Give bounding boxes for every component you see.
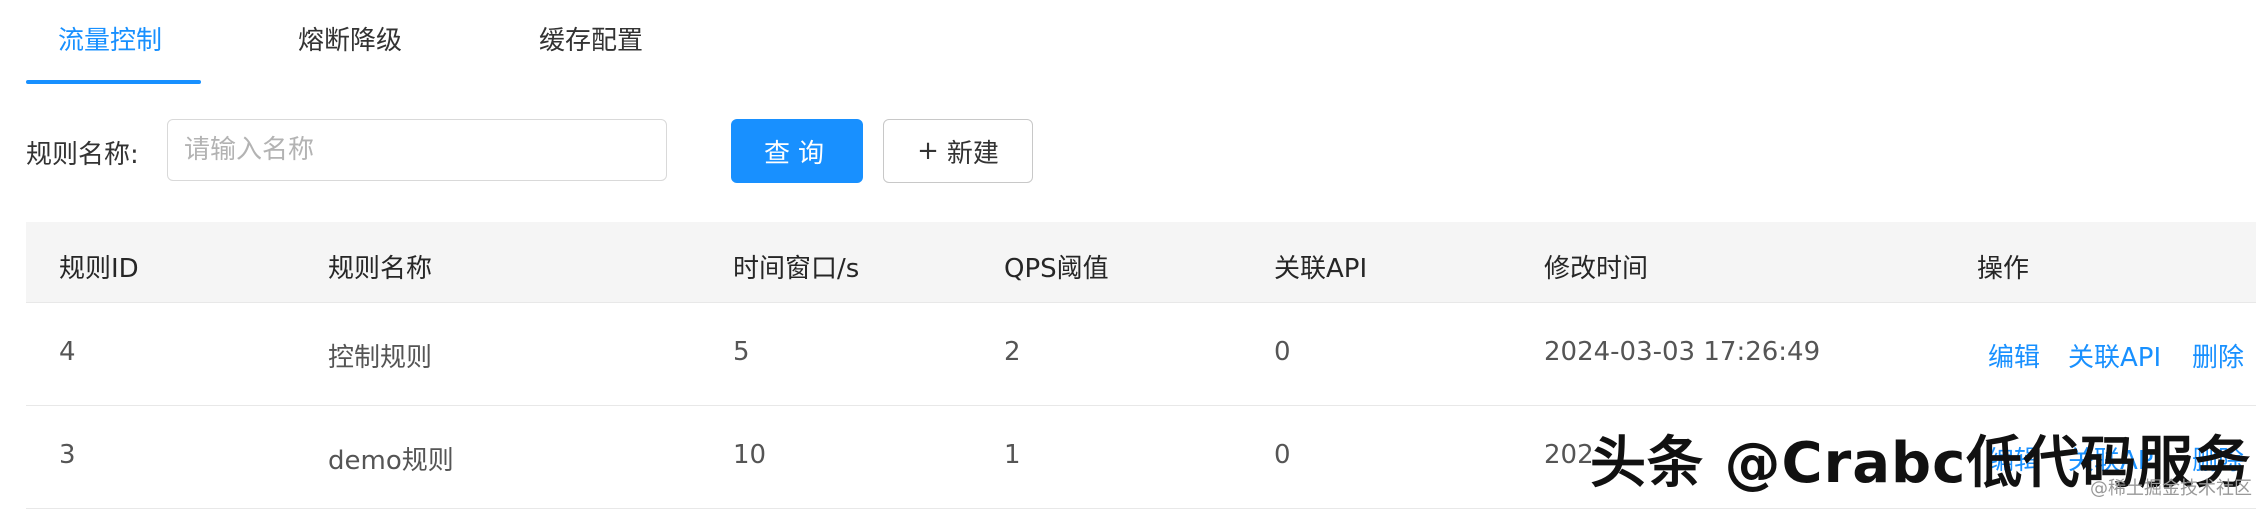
cell-qps-threshold: 1: [1004, 440, 1021, 470]
cell-rule-id: 3: [59, 440, 76, 470]
watermark-source: @稀土掘金技术社区: [2090, 478, 2252, 499]
column-header-rule-id: 规则ID: [59, 254, 139, 284]
column-header-modified-time: 修改时间: [1544, 254, 1649, 284]
rule-name-search-input[interactable]: [167, 119, 667, 181]
column-header-time-window: 时间窗口/s: [733, 254, 860, 284]
column-header-linked-api: 关联API: [1274, 254, 1368, 284]
cell-qps-threshold: 2: [1004, 337, 1021, 367]
column-header-qps-threshold: QPS阈值: [1004, 254, 1109, 284]
tab-circuit-breaker[interactable]: 熔断降级: [298, 20, 402, 57]
cell-linked-api: 0: [1274, 337, 1291, 367]
delete-link[interactable]: 删除: [2192, 337, 2244, 374]
tab-cache-config[interactable]: 缓存配置: [539, 20, 643, 57]
cell-modified-time: 202: [1544, 440, 1594, 470]
cell-linked-api: 0: [1274, 440, 1291, 470]
tab-bar: 流量控制 熔断降级 缓存配置: [26, 0, 2256, 86]
column-header-actions: 操作: [1977, 254, 2030, 284]
edit-link[interactable]: 编辑: [1988, 337, 2040, 374]
cell-rule-name: demo规则: [328, 446, 454, 476]
column-header-rule-name: 规则名称: [328, 254, 433, 284]
cell-time-window: 10: [733, 440, 767, 470]
cell-rule-id: 4: [59, 337, 76, 367]
cell-rule-name: 控制规则: [328, 343, 433, 373]
new-button-label: 新建: [946, 138, 999, 169]
link-api-link[interactable]: 关联API: [2068, 337, 2161, 374]
rule-name-label: 规则名称:: [26, 140, 139, 170]
table-header: 规则ID 规则名称 时间窗口/s QPS阈值 关联API 修改时间 操作: [26, 222, 2256, 303]
cell-time-window: 5: [733, 337, 750, 367]
cell-modified-time: 2024-03-03 17:26:49: [1544, 337, 1821, 367]
new-rule-button[interactable]: + 新建: [883, 119, 1033, 183]
tab-flow-control[interactable]: 流量控制: [58, 20, 162, 57]
table-row: 4 控制规则 5 2 0 2024-03-03 17:26:49 编辑 关联AP…: [26, 303, 2256, 406]
plus-icon: +: [917, 136, 939, 166]
active-tab-indicator: [26, 80, 201, 84]
query-button[interactable]: 查询: [731, 119, 863, 183]
